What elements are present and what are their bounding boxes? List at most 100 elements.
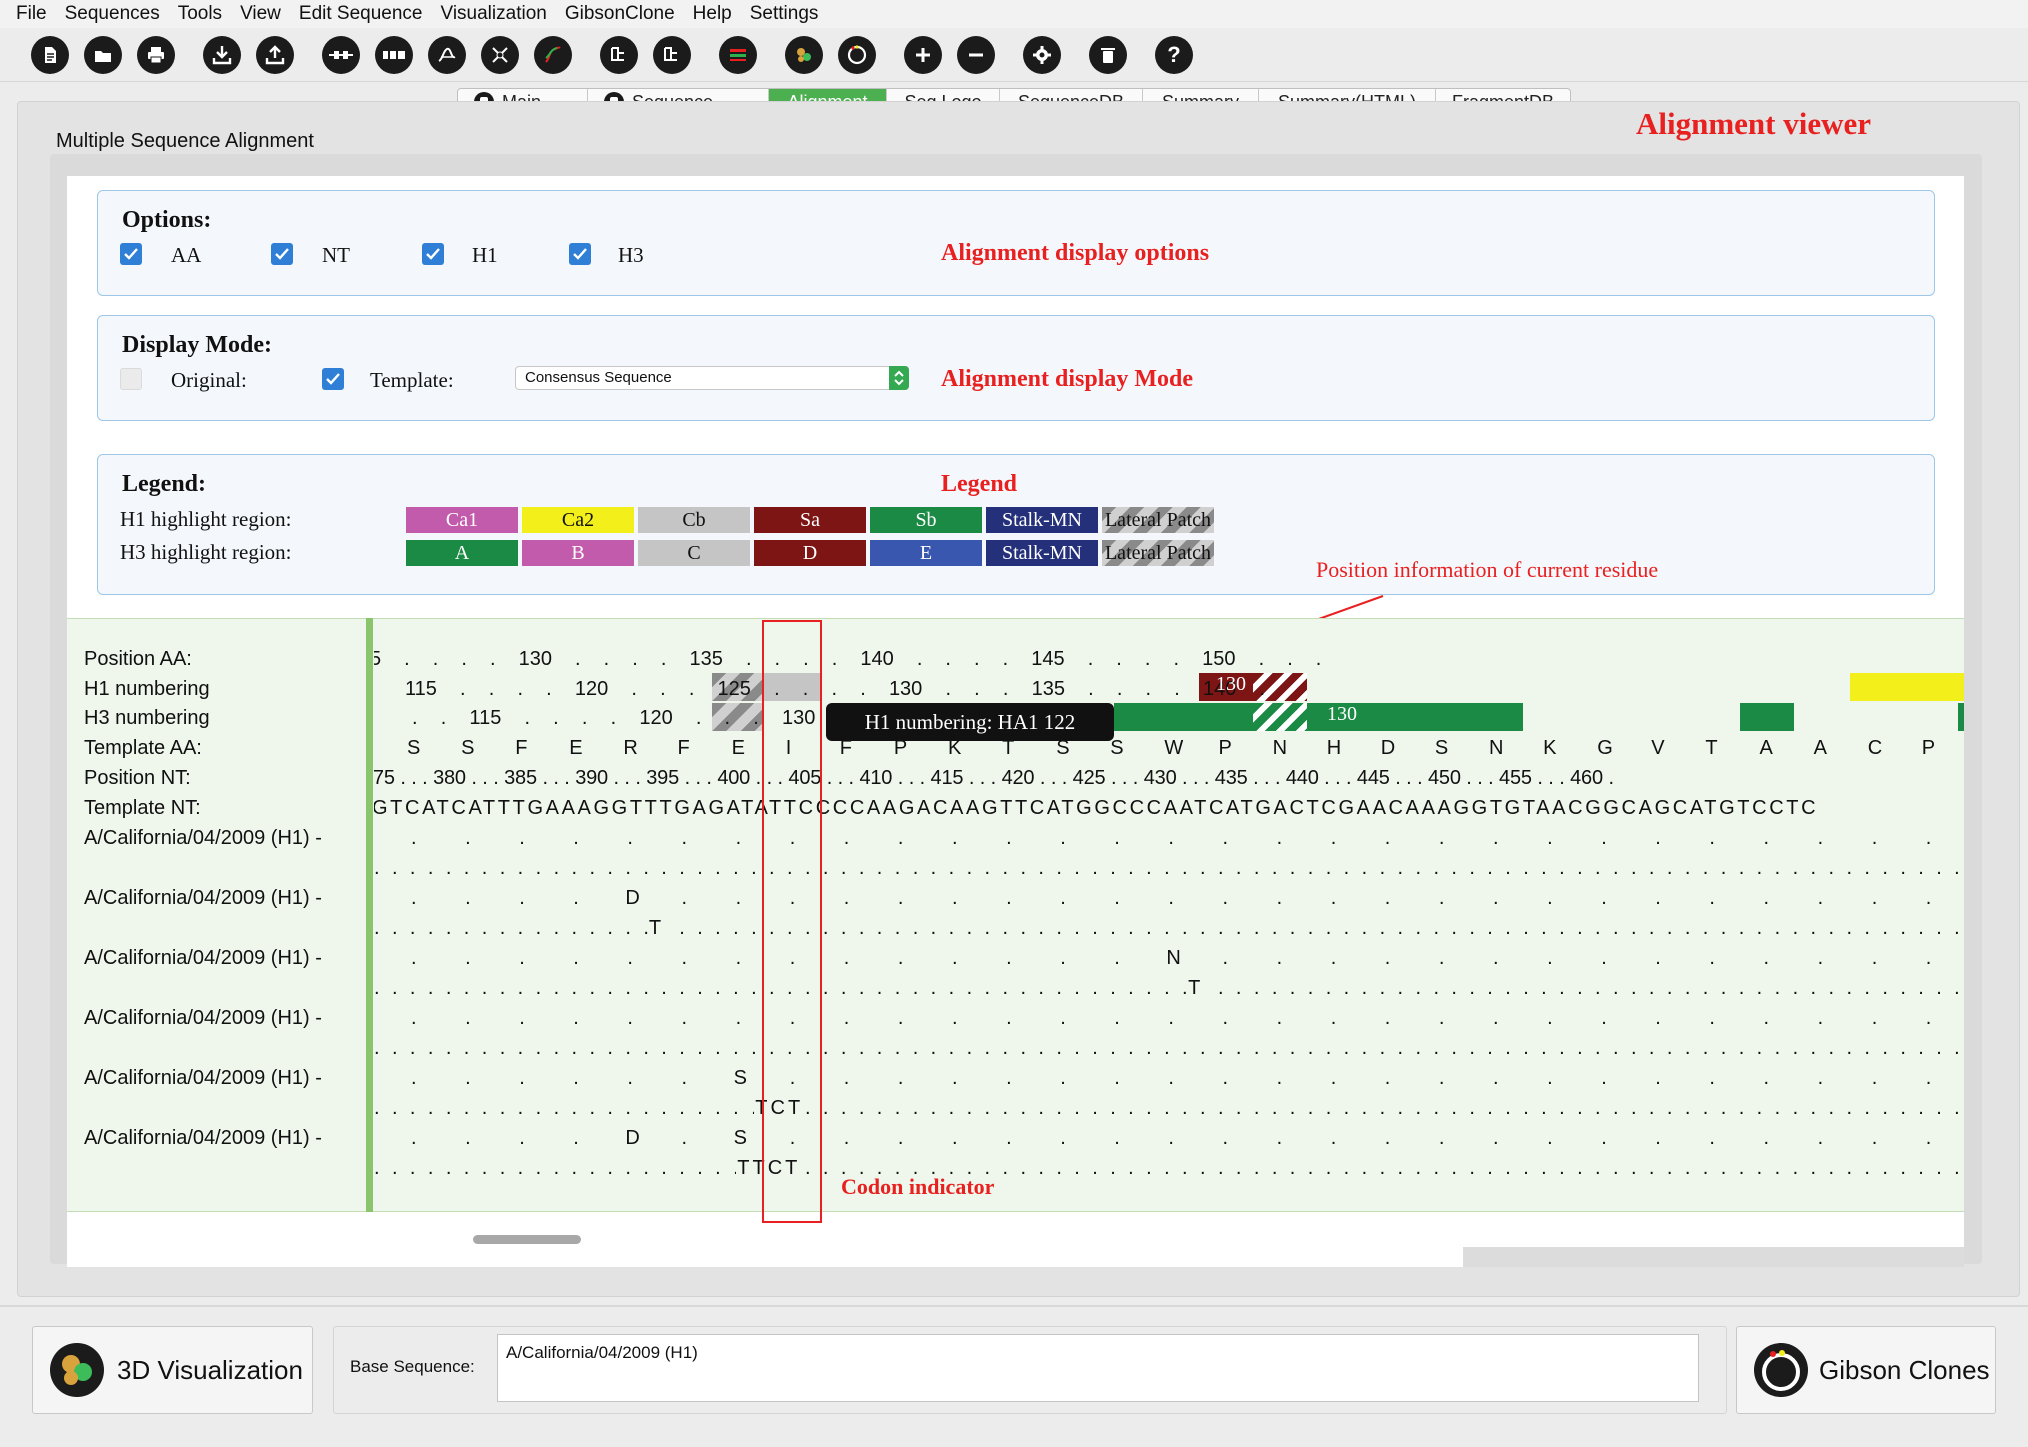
- aa-match-dot: .: [843, 1007, 850, 1029]
- aa-match-dot: .: [1925, 1067, 1932, 1089]
- template-aa-residue[interactable]: S: [461, 737, 474, 760]
- horizontal-scroll-track: [1463, 1247, 1964, 1267]
- template-aa-residue[interactable]: D: [1381, 737, 1395, 760]
- template-aa-residue[interactable]: N: [1489, 737, 1503, 760]
- aa-match-dot: .: [1384, 1067, 1391, 1089]
- nt-match-row: ........................................…: [374, 857, 1964, 879]
- aa-match-dot: .: [519, 827, 525, 849]
- template-aa-residue[interactable]: V: [1651, 737, 1664, 760]
- zoom-in-icon[interactable]: [904, 36, 942, 74]
- aa-match-dot: .: [1493, 947, 1499, 969]
- 3d-visualization-button[interactable]: 3D Visualization: [32, 1326, 313, 1414]
- menu-tools[interactable]: Tools: [169, 0, 231, 28]
- template-aa-residue[interactable]: P: [1922, 737, 1935, 760]
- aa-tree-icon[interactable]: [653, 36, 691, 74]
- aa-difference[interactable]: D: [623, 887, 642, 910]
- aa-match-dot: .: [897, 827, 904, 849]
- 3d-visualization-label: 3D Visualization: [117, 1354, 303, 1385]
- aa-match-dot: .: [1438, 947, 1445, 969]
- nt-tree-icon[interactable]: [600, 36, 638, 74]
- nt-difference[interactable]: T: [647, 917, 666, 940]
- menu-visualization[interactable]: Visualization: [432, 0, 556, 28]
- row-label-0: Position AA:: [84, 648, 192, 670]
- template-aa-residue[interactable]: A: [1760, 737, 1773, 760]
- row-label-5: Template NT:: [84, 797, 201, 819]
- template-aa-residue[interactable]: H: [1327, 737, 1341, 760]
- template-aa-residue[interactable]: C: [1868, 737, 1882, 760]
- nt-difference[interactable]: T: [1187, 977, 1205, 1000]
- template-aa-residue[interactable]: E: [569, 737, 582, 760]
- open-folder-icon[interactable]: [84, 36, 122, 74]
- aa-match-dot: .: [681, 887, 688, 909]
- nt-checkbox[interactable]: [271, 243, 293, 265]
- template-checkbox[interactable]: [322, 368, 344, 390]
- legend-h3-a: A: [406, 540, 518, 566]
- template-aa-residue[interactable]: S: [1435, 737, 1448, 760]
- menu-file[interactable]: File: [0, 0, 56, 28]
- template-aa-residue[interactable]: W: [1164, 737, 1183, 760]
- menu-sequences[interactable]: Sequences: [56, 0, 169, 28]
- settings-icon[interactable]: [1023, 36, 1061, 74]
- aa-match-dot: .: [1493, 887, 1499, 909]
- aa-match-dot: .: [1330, 947, 1337, 969]
- aa-difference[interactable]: S: [731, 1127, 749, 1150]
- template-aa-residue[interactable]: S: [1110, 737, 1123, 760]
- legend-h3-lateral-patch: Lateral Patch: [1102, 540, 1214, 566]
- aa-match-dot: .: [1438, 887, 1445, 909]
- aa-difference[interactable]: D: [623, 1127, 642, 1150]
- aa-match-dot: .: [1114, 827, 1120, 849]
- print-icon[interactable]: [137, 36, 175, 74]
- template-aa-residue[interactable]: P: [1219, 737, 1232, 760]
- template-aa-residue[interactable]: F: [515, 737, 527, 760]
- alignment-divider[interactable]: [366, 618, 373, 1212]
- protein-structure-icon[interactable]: [785, 36, 823, 74]
- template-aa-residue[interactable]: K: [1543, 737, 1556, 760]
- variant-icon[interactable]: [534, 36, 572, 74]
- menu-help[interactable]: Help: [684, 0, 741, 28]
- new-document-icon[interactable]: [31, 36, 69, 74]
- zoom-out-icon[interactable]: [957, 36, 995, 74]
- aa-match-dot: .: [1601, 1127, 1607, 1149]
- menu-edit-sequence[interactable]: Edit Sequence: [290, 0, 432, 28]
- original-checkbox[interactable]: [120, 368, 142, 390]
- help-icon[interactable]: ?: [1155, 36, 1193, 74]
- template-aa-residue[interactable]: E: [732, 737, 745, 760]
- trash-icon[interactable]: [1089, 36, 1127, 74]
- gibson-clones-button[interactable]: Gibson Clones: [1736, 1326, 1996, 1414]
- template-aa-residue[interactable]: F: [678, 737, 690, 760]
- nt-match-row: ........................................…: [374, 1037, 1964, 1059]
- h1-checkbox[interactable]: [422, 243, 444, 265]
- menu-settings[interactable]: Settings: [741, 0, 828, 28]
- aa-match-dot: .: [465, 1007, 471, 1029]
- gel-icon[interactable]: [719, 36, 757, 74]
- template-select[interactable]: Consensus Sequence: [515, 366, 909, 390]
- mutation-icon[interactable]: [481, 36, 519, 74]
- template-aa-residue[interactable]: G: [1597, 737, 1613, 760]
- sequence-name: A/California/04/2009 (H1) -: [84, 1007, 322, 1029]
- horizontal-scrollbar-thumb[interactable]: [473, 1235, 581, 1244]
- template-aa-residue[interactable]: N: [1273, 737, 1287, 760]
- aa-difference[interactable]: S: [731, 1067, 749, 1090]
- menu-gibsonclone[interactable]: GibsonClone: [556, 0, 684, 28]
- menu-view[interactable]: View: [231, 0, 290, 28]
- alignment-map-icon[interactable]: [375, 36, 413, 74]
- export-icon[interactable]: [256, 36, 294, 74]
- primer-icon[interactable]: [428, 36, 466, 74]
- aa-match-dot: .: [573, 1007, 579, 1029]
- aa-match-dot: .: [1763, 1007, 1770, 1029]
- template-aa-residue[interactable]: A: [1814, 737, 1827, 760]
- template-aa-residue[interactable]: R: [623, 737, 637, 760]
- sequence-map-icon[interactable]: [322, 36, 360, 74]
- import-icon[interactable]: [203, 36, 241, 74]
- plasmid-icon[interactable]: [838, 36, 876, 74]
- aa-match-dot: .: [1493, 1007, 1499, 1029]
- base-sequence-label: Base Sequence:: [350, 1357, 475, 1376]
- template-aa-residue[interactable]: T: [1705, 737, 1717, 760]
- aa-match-dot: .: [1709, 1067, 1715, 1089]
- base-sequence-field[interactable]: A/California/04/2009 (H1): [497, 1334, 1699, 1402]
- aa-difference[interactable]: N: [1164, 947, 1183, 970]
- template-aa-residue[interactable]: S: [407, 737, 420, 760]
- aa-match-dot: .: [1763, 1067, 1770, 1089]
- h3-checkbox[interactable]: [569, 243, 591, 265]
- aa-checkbox[interactable]: [120, 243, 142, 265]
